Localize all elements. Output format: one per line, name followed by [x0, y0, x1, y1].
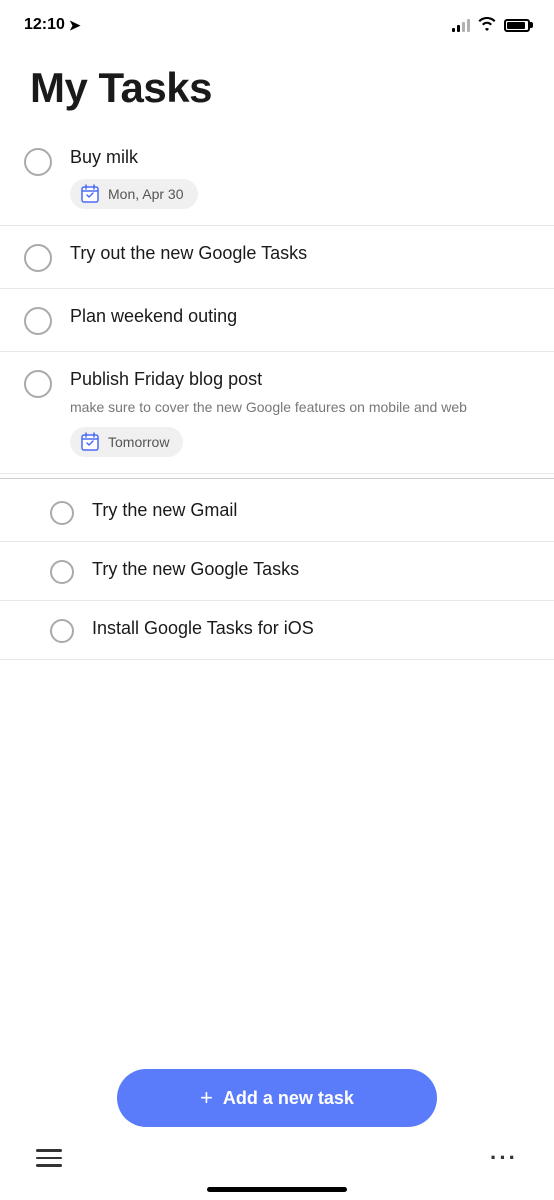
task-date-text-buy-milk: Mon, Apr 30	[108, 186, 184, 202]
hamburger-line	[36, 1157, 62, 1160]
wifi-icon	[478, 17, 496, 34]
task-item: Plan weekend outing	[0, 289, 554, 352]
task-item: Try the new Google Tasks	[0, 542, 554, 601]
task-content-try-gmail: Try the new Gmail	[92, 499, 530, 522]
task-checkbox-try-gmail[interactable]	[50, 501, 74, 525]
bottom-area: + Add a new task ···	[0, 1057, 554, 1200]
home-indicator	[207, 1187, 347, 1192]
task-content-plan-weekend: Plan weekend outing	[70, 305, 530, 328]
task-item: Buy milk Mon, Apr 30	[0, 130, 554, 226]
task-checkbox-plan-weekend[interactable]	[24, 307, 52, 335]
task-date-badge-publish-blog[interactable]: Tomorrow	[70, 427, 183, 457]
task-date-text-publish-blog: Tomorrow	[108, 434, 169, 450]
task-item: Try out the new Google Tasks	[0, 226, 554, 289]
menu-button[interactable]	[36, 1149, 62, 1167]
task-content-publish-blog: Publish Friday blog post make sure to co…	[70, 368, 530, 457]
page-title: My Tasks	[0, 44, 554, 122]
task-checkbox-buy-milk[interactable]	[24, 148, 52, 176]
battery-icon	[504, 19, 530, 32]
hamburger-line	[36, 1164, 62, 1167]
task-notes-publish-blog: make sure to cover the new Google featur…	[70, 398, 530, 418]
add-task-button[interactable]: + Add a new task	[117, 1069, 437, 1127]
task-title-plan-weekend: Plan weekend outing	[70, 305, 530, 328]
more-options-button[interactable]: ···	[490, 1145, 518, 1171]
task-checkbox-try-google-tasks[interactable]	[24, 244, 52, 272]
task-item: Try the new Gmail	[0, 483, 554, 542]
task-date-badge-buy-milk[interactable]: Mon, Apr 30	[70, 179, 198, 209]
task-content-try-google-tasks: Try out the new Google Tasks	[70, 242, 530, 265]
task-checkbox-try-google-tasks-2[interactable]	[50, 560, 74, 584]
status-icons	[452, 17, 530, 34]
task-item: Publish Friday blog post make sure to co…	[0, 352, 554, 474]
task-content-install-ios: Install Google Tasks for iOS	[92, 617, 530, 640]
status-time: 12:10 ➤	[24, 16, 81, 34]
add-task-plus-icon: +	[200, 1087, 213, 1109]
section-divider	[0, 478, 554, 479]
status-bar: 12:10 ➤	[0, 0, 554, 44]
task-checkbox-install-ios[interactable]	[50, 619, 74, 643]
add-task-label: Add a new task	[223, 1088, 354, 1109]
task-content-try-google-tasks-2: Try the new Google Tasks	[92, 558, 530, 581]
location-icon: ➤	[69, 17, 81, 34]
task-title-install-ios: Install Google Tasks for iOS	[92, 617, 530, 640]
task-title-try-google-tasks: Try out the new Google Tasks	[70, 242, 530, 265]
bottom-nav: ···	[0, 1135, 554, 1183]
signal-icon	[452, 18, 470, 32]
calendar-icon	[80, 432, 100, 452]
task-title-try-google-tasks-2: Try the new Google Tasks	[92, 558, 530, 581]
task-title-publish-blog: Publish Friday blog post	[70, 368, 530, 391]
task-title-try-gmail: Try the new Gmail	[92, 499, 530, 522]
task-list: Buy milk Mon, Apr 30 Try out the new Goo…	[0, 130, 554, 660]
task-checkbox-publish-blog[interactable]	[24, 370, 52, 398]
hamburger-line	[36, 1149, 62, 1152]
calendar-icon	[80, 184, 100, 204]
task-item: Install Google Tasks for iOS	[0, 601, 554, 660]
task-title-buy-milk: Buy milk	[70, 146, 530, 169]
task-content-buy-milk: Buy milk Mon, Apr 30	[70, 146, 530, 209]
